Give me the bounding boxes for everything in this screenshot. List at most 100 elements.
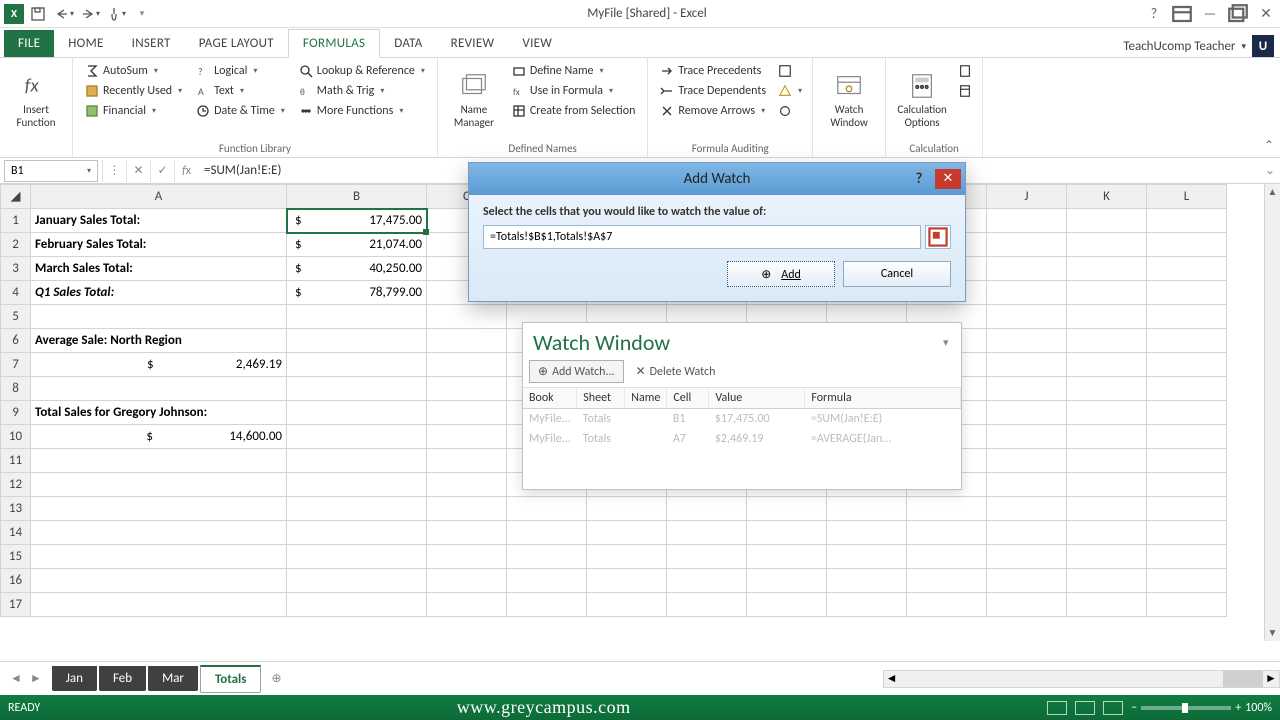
enter-formula-icon[interactable]: ✓ (150, 160, 174, 182)
page-break-view-icon[interactable] (1103, 701, 1123, 715)
name-box[interactable]: B1▾ (4, 160, 98, 182)
col-header-A[interactable]: A (31, 185, 287, 209)
cell[interactable]: Total Sales for Gregory Johnson: (31, 401, 287, 425)
calculate-now-icon[interactable] (956, 62, 974, 80)
delete-watch-toolbar-button[interactable]: ✕Delete Watch (628, 360, 724, 383)
trace-dependents-button[interactable]: Trace Dependents (656, 82, 770, 100)
error-checking-icon[interactable]: ▾ (776, 82, 804, 100)
cell[interactable]: 78,799.00 (287, 281, 427, 305)
show-formulas-icon[interactable] (776, 62, 804, 80)
tab-home[interactable]: HOME (54, 30, 117, 57)
row-header[interactable]: 9 (1, 401, 31, 425)
account-user[interactable]: TeachUcomp Teacher (1123, 39, 1235, 54)
evaluate-formula-icon[interactable] (776, 102, 804, 120)
insert-function-button[interactable]: fx Insert Function (8, 62, 64, 138)
row-header[interactable]: 5 (1, 305, 31, 329)
sheet-nav-next-icon[interactable]: ► (30, 671, 42, 686)
cell[interactable]: March Sales Total: (31, 257, 287, 281)
row-header[interactable]: 7 (1, 353, 31, 377)
row-header[interactable]: 16 (1, 569, 31, 593)
financial-button[interactable]: Financial▾ (81, 102, 186, 120)
new-sheet-icon[interactable]: ⊕ (263, 671, 289, 686)
ribbon-options-icon[interactable] (1168, 3, 1196, 25)
trace-precedents-button[interactable]: Trace Precedents (656, 62, 770, 80)
cell[interactable]: $ 2,469.19 (31, 353, 287, 377)
cell[interactable]: $ 14,600.00 (31, 425, 287, 449)
row-header[interactable]: 8 (1, 377, 31, 401)
vertical-scrollbar[interactable]: ▲▼ (1264, 184, 1280, 641)
close-icon[interactable]: ✕ (1252, 3, 1280, 25)
col-name[interactable]: Name (625, 388, 667, 409)
dialog-help-icon[interactable]: ? (907, 167, 931, 191)
undo-icon[interactable]: ▾ (52, 3, 76, 25)
addin-badge[interactable]: U (1252, 35, 1274, 57)
qat-customize-icon[interactable]: ▾ (130, 3, 154, 25)
calculation-options-button[interactable]: Calculation Options (894, 62, 950, 138)
row-header[interactable]: 6 (1, 329, 31, 353)
watch-range-input[interactable] (483, 225, 921, 249)
normal-view-icon[interactable] (1047, 701, 1067, 715)
recently-used-button[interactable]: Recently Used▾ (81, 82, 186, 100)
sheet-nav-prev-icon[interactable]: ◄ (10, 671, 22, 686)
col-header-K[interactable]: K (1067, 185, 1147, 209)
add-button[interactable]: ⊕Add (727, 261, 835, 287)
text-button[interactable]: AText▾ (192, 82, 289, 100)
cell[interactable]: January Sales Total: (31, 209, 287, 233)
row-header[interactable]: 10 (1, 425, 31, 449)
cell[interactable]: Q1 Sales Total: (31, 281, 287, 305)
logical-button[interactable]: ?Logical▾ (192, 62, 289, 80)
dialog-close-icon[interactable]: ✕ (935, 169, 961, 189)
col-sheet[interactable]: Sheet (577, 388, 625, 409)
sheet-tab-jan[interactable]: Jan (52, 666, 97, 691)
cell[interactable]: 21,074.00 (287, 233, 427, 257)
collapse-ribbon-icon[interactable]: ⌃ (1264, 138, 1274, 153)
cell[interactable]: February Sales Total: (31, 233, 287, 257)
tab-review[interactable]: REVIEW (437, 30, 509, 57)
remove-arrows-button[interactable]: Remove Arrows▾ (656, 102, 770, 120)
watch-row[interactable]: MyFile...TotalsB1$17,475.00=SUM(Jan!E:E) (523, 409, 961, 430)
tab-page-layout[interactable]: PAGE LAYOUT (185, 30, 288, 57)
tab-formulas[interactable]: FORMULAS (288, 29, 380, 58)
col-formula[interactable]: Formula (805, 388, 961, 409)
sheet-tab-totals[interactable]: Totals (200, 665, 261, 693)
watch-window-button[interactable]: Watch Window (821, 62, 877, 138)
tab-view[interactable]: VIEW (508, 30, 566, 57)
col-header-J[interactable]: J (987, 185, 1067, 209)
save-icon[interactable] (26, 3, 50, 25)
date-time-button[interactable]: Date & Time▾ (192, 102, 289, 120)
add-watch-toolbar-button[interactable]: ⊕Add Watch... (529, 360, 624, 383)
cell[interactable]: 40,250.00 (287, 257, 427, 281)
row-header[interactable]: 1 (1, 209, 31, 233)
cancel-button[interactable]: Cancel (843, 261, 951, 287)
horizontal-scrollbar[interactable]: ◄► (883, 670, 1280, 688)
expand-formula-bar-icon[interactable]: ⌄ (1260, 163, 1280, 178)
autosum-button[interactable]: AutoSum▾ (81, 62, 186, 80)
tab-data[interactable]: DATA (380, 30, 436, 57)
minimize-icon[interactable]: — (1196, 3, 1224, 25)
pane-options-icon[interactable]: ▾ (943, 336, 951, 349)
sheet-tab-mar[interactable]: Mar (148, 666, 198, 691)
calculate-sheet-icon[interactable] (956, 82, 974, 100)
math-trig-button[interactable]: θMath & Trig▾ (295, 82, 429, 100)
col-header-L[interactable]: L (1147, 185, 1227, 209)
row-header[interactable]: 11 (1, 449, 31, 473)
col-value[interactable]: Value (709, 388, 805, 409)
formula-bar-menu-icon[interactable]: ⋮ (102, 160, 126, 182)
tab-insert[interactable]: INSERT (118, 30, 185, 57)
define-name-button[interactable]: Define Name▾ (508, 62, 640, 80)
col-book[interactable]: Book (523, 388, 577, 409)
tab-file[interactable]: FILE (4, 30, 54, 57)
name-manager-button[interactable]: Name Manager (446, 62, 502, 138)
dialog-titlebar[interactable]: Add Watch ? ✕ (469, 163, 965, 195)
page-layout-view-icon[interactable] (1075, 701, 1095, 715)
row-header[interactable]: 2 (1, 233, 31, 257)
cell[interactable]: Average Sale: North Region (31, 329, 287, 353)
row-header[interactable]: 4 (1, 281, 31, 305)
range-picker-icon[interactable] (925, 225, 951, 249)
redo-icon[interactable]: ▾ (78, 3, 102, 25)
create-from-selection-button[interactable]: Create from Selection (508, 102, 640, 120)
fx-icon[interactable]: fx (174, 160, 198, 182)
select-all-cell[interactable]: ◢ (1, 185, 31, 209)
more-functions-button[interactable]: More Functions▾ (295, 102, 429, 120)
touch-mode-icon[interactable]: ▾ (104, 3, 128, 25)
